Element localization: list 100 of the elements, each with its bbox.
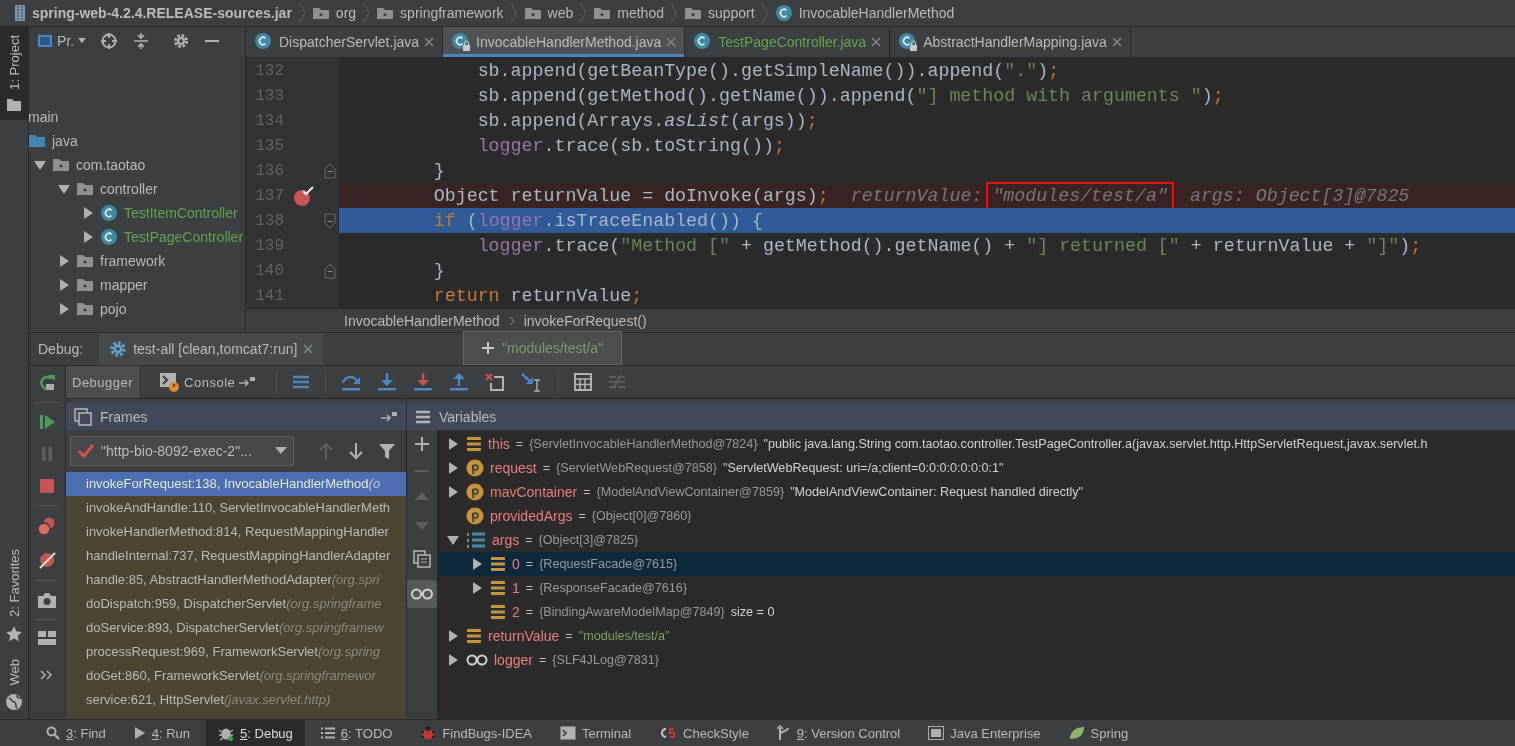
breakpoint-icon[interactable] <box>293 184 315 207</box>
breadcrumb-item[interactable]: method <box>617 5 664 21</box>
camera-icon[interactable] <box>37 591 57 609</box>
editor-tab[interactable]: AbstractHandlerMapping.java <box>890 27 1131 57</box>
collapse-all-icon[interactable] <box>132 32 151 50</box>
breadcrumb-item[interactable]: spring-web-4.2.4.RELEASE-sources.jar <box>32 5 292 21</box>
fold-marker-icon[interactable] <box>324 212 336 229</box>
tree-item[interactable]: pojo <box>100 301 127 317</box>
glasses-icon[interactable] <box>407 580 437 608</box>
tree-arrow-icon[interactable] <box>447 654 459 666</box>
tree-arrow-icon[interactable] <box>471 558 483 570</box>
show-execution-point-icon[interactable] <box>291 373 312 391</box>
stack-frame[interactable]: doGet:860, FrameworkServlet(org.springframewor <box>66 664 406 688</box>
debug-tab[interactable]: Debugger <box>66 366 140 398</box>
tree-arrow-icon[interactable] <box>447 462 459 474</box>
fold-marker-icon[interactable] <box>324 262 336 279</box>
tool-window-button[interactable]: 5: Debug <box>206 720 305 746</box>
thread-dropdown[interactable]: "http-bio-8092-exec-2"... <box>70 436 294 466</box>
tool-window-button[interactable]: Spring <box>1056 720 1141 746</box>
tree-item[interactable]: TestPageController <box>124 229 244 245</box>
settings-icon[interactable] <box>172 32 191 50</box>
filter-icon[interactable] <box>378 442 396 460</box>
tree-arrow-icon[interactable] <box>58 303 70 315</box>
resume-icon[interactable] <box>38 413 56 431</box>
session-tab[interactable]: test-all [clean,tomcat7:run] <box>99 333 324 365</box>
stop-icon[interactable] <box>38 477 56 495</box>
equals-sign: = <box>542 461 551 475</box>
add-icon[interactable] <box>414 436 430 452</box>
tree-arrow-icon[interactable] <box>447 486 459 498</box>
tree-arrow-icon[interactable] <box>58 279 70 291</box>
tree-item[interactable]: controller <box>100 181 158 197</box>
arrow-down-icon[interactable] <box>348 442 364 460</box>
tree-arrow-icon[interactable] <box>471 582 483 594</box>
tool-window-button[interactable]: FindBugs-IDEA <box>408 720 544 746</box>
tree-arrow-icon[interactable] <box>82 207 94 219</box>
force-step-into-icon[interactable] <box>412 372 435 392</box>
mute-breakpoints-icon[interactable] <box>37 550 57 570</box>
breakpoints-icon[interactable] <box>37 516 57 536</box>
close-icon[interactable] <box>871 37 882 47</box>
editor-tab[interactable]: InvocableHandlerMethod.java <box>443 27 686 57</box>
tree-item[interactable]: main <box>29 109 59 125</box>
tree-arrow-icon[interactable] <box>58 255 70 267</box>
breadcrumb-item[interactable]: org <box>335 5 357 21</box>
drop-frame-icon[interactable] <box>484 372 507 392</box>
debug-tab[interactable]: Console <box>153 366 263 398</box>
step-into-icon[interactable] <box>376 372 399 392</box>
stack-frame[interactable]: handle:85, AbstractHandlerMethodAdapter(org.spri <box>66 568 406 592</box>
editor-tab[interactable]: TestPageController.java <box>685 27 891 57</box>
tree-item[interactable]: com.taotao <box>76 157 146 173</box>
stack-frame[interactable]: doService:893, DispatcherServlet(org.springframew <box>66 616 406 640</box>
close-icon[interactable] <box>424 37 435 47</box>
tree-arrow-icon[interactable] <box>58 183 70 195</box>
view-selector[interactable]: Pr. <box>37 33 87 49</box>
breadcrumb-item[interactable]: InvocableHandlerMethod <box>344 312 500 329</box>
tool-window-button[interactable]: 3: Find <box>34 720 118 746</box>
stack-frame[interactable]: invokeHandlerMethod:814, RequestMappingHandler <box>66 520 406 544</box>
breadcrumb-item[interactable]: web <box>547 5 574 21</box>
variable-name: 0 <box>512 556 520 572</box>
copy-icon[interactable] <box>413 550 431 568</box>
layout-icon[interactable] <box>37 630 57 646</box>
close-icon[interactable] <box>1111 37 1122 47</box>
rerun-icon[interactable] <box>37 372 57 392</box>
tool-window-button[interactable]: 9: Version Control <box>764 720 913 746</box>
stack-frame[interactable]: invokeForRequest:138, InvocableHandlerMethod(o <box>66 472 406 496</box>
tree-arrow-icon[interactable] <box>447 630 459 642</box>
breadcrumb-item[interactable]: invokeForRequest() <box>523 312 647 329</box>
tree-item[interactable]: mapper <box>100 277 148 293</box>
locate-icon[interactable] <box>100 32 119 50</box>
stack-frame[interactable]: invokeAndHandle:110, ServletInvocableHandlerMeth <box>66 496 406 520</box>
tree-arrow-icon[interactable] <box>447 534 459 546</box>
tool-window-button[interactable]: CheckStyle <box>647 720 761 746</box>
tree-arrow-icon[interactable] <box>447 438 459 450</box>
tool-window-button[interactable]: Terminal <box>548 720 644 746</box>
selected-row[interactable]: 0 = {RequestFacade@7615} <box>438 552 1515 576</box>
tool-window-button[interactable]: 6: TODO <box>308 720 405 746</box>
stack-frame[interactable]: processRequest:969, FrameworkServlet(org.spring <box>66 640 406 664</box>
tree-arrow-icon[interactable] <box>82 231 94 243</box>
tree-item[interactable]: TestItemController <box>124 205 238 221</box>
stack-frame[interactable]: doDispatch:959, DispatcherServlet(org.springframe <box>66 592 406 616</box>
tool-window-button[interactable]: Web <box>0 650 28 719</box>
breadcrumb-item[interactable]: InvocableHandlerMethod <box>798 5 955 21</box>
step-out-icon[interactable] <box>448 372 471 392</box>
fold-marker-icon[interactable] <box>324 162 336 179</box>
tree-item[interactable]: framework <box>100 253 166 269</box>
pin-icon[interactable] <box>238 376 257 388</box>
breadcrumb-item[interactable]: springframework <box>400 5 504 21</box>
more-icon[interactable] <box>40 670 54 680</box>
tool-window-button[interactable]: 1: Project <box>0 27 28 120</box>
tree-item[interactable]: java <box>52 133 78 149</box>
tree-arrow-icon[interactable] <box>34 159 46 171</box>
tool-window-button[interactable]: Java Enterprise <box>916 720 1053 746</box>
tool-window-button[interactable]: 2: Favorites <box>0 540 28 651</box>
stack-frame[interactable]: service:621, HttpServlet(javax.servlet.http) <box>66 688 406 712</box>
breadcrumb-item[interactable]: support <box>707 5 755 21</box>
plus-icon[interactable] <box>482 342 494 354</box>
calculator-icon[interactable] <box>573 372 594 392</box>
pin-icon[interactable] <box>380 410 398 423</box>
close-icon[interactable] <box>303 344 314 354</box>
stack-frame[interactable]: handleInternal:737, RequestMappingHandlerAdapter <box>66 544 406 568</box>
tool-window-button[interactable]: 4: Run <box>121 720 203 746</box>
